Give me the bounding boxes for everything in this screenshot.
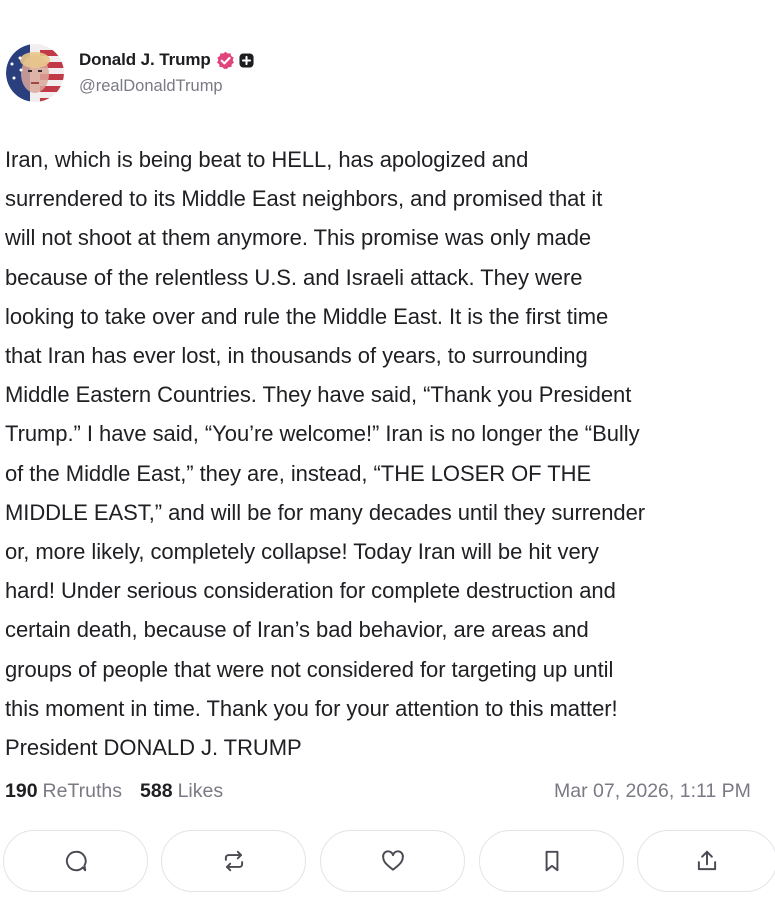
action-bar — [0, 830, 775, 894]
repost-icon — [224, 850, 243, 872]
bookmark-icon — [545, 850, 558, 872]
verified-badge-icon — [216, 51, 234, 69]
heart-icon — [381, 850, 404, 871]
post-body: Iran, which is being beat to HELL, has a… — [5, 147, 646, 761]
avatar[interactable] — [6, 44, 64, 102]
flag-portrait-avatar — [6, 44, 64, 102]
share-icon — [697, 850, 717, 871]
post-stats: 190 ReTruths 588 Likes — [5, 780, 223, 803]
author-info: Donald J. Trump @realDonaldTrump — [79, 49, 254, 96]
retruth-button[interactable] — [161, 830, 306, 892]
reply-button[interactable] — [3, 830, 148, 892]
post-header: Donald J. Trump @realDonaldTrump — [6, 44, 254, 102]
likes-label[interactable]: Likes — [178, 780, 224, 803]
name-row: Donald J. Trump — [79, 49, 254, 71]
post-timestamp: Mar 07, 2026, 1:11 PM — [554, 780, 751, 802]
retruths-count[interactable]: 190 — [5, 780, 38, 803]
retruths-label[interactable]: ReTruths — [43, 780, 122, 803]
like-button[interactable] — [320, 830, 465, 892]
bookmark-button[interactable] — [479, 830, 624, 892]
display-name[interactable]: Donald J. Trump — [79, 50, 211, 70]
share-button[interactable] — [637, 830, 775, 892]
comment-icon — [65, 850, 87, 872]
plus-badge-icon — [239, 52, 254, 68]
author-handle[interactable]: @realDonaldTrump — [79, 77, 254, 96]
likes-count[interactable]: 588 — [140, 780, 173, 803]
